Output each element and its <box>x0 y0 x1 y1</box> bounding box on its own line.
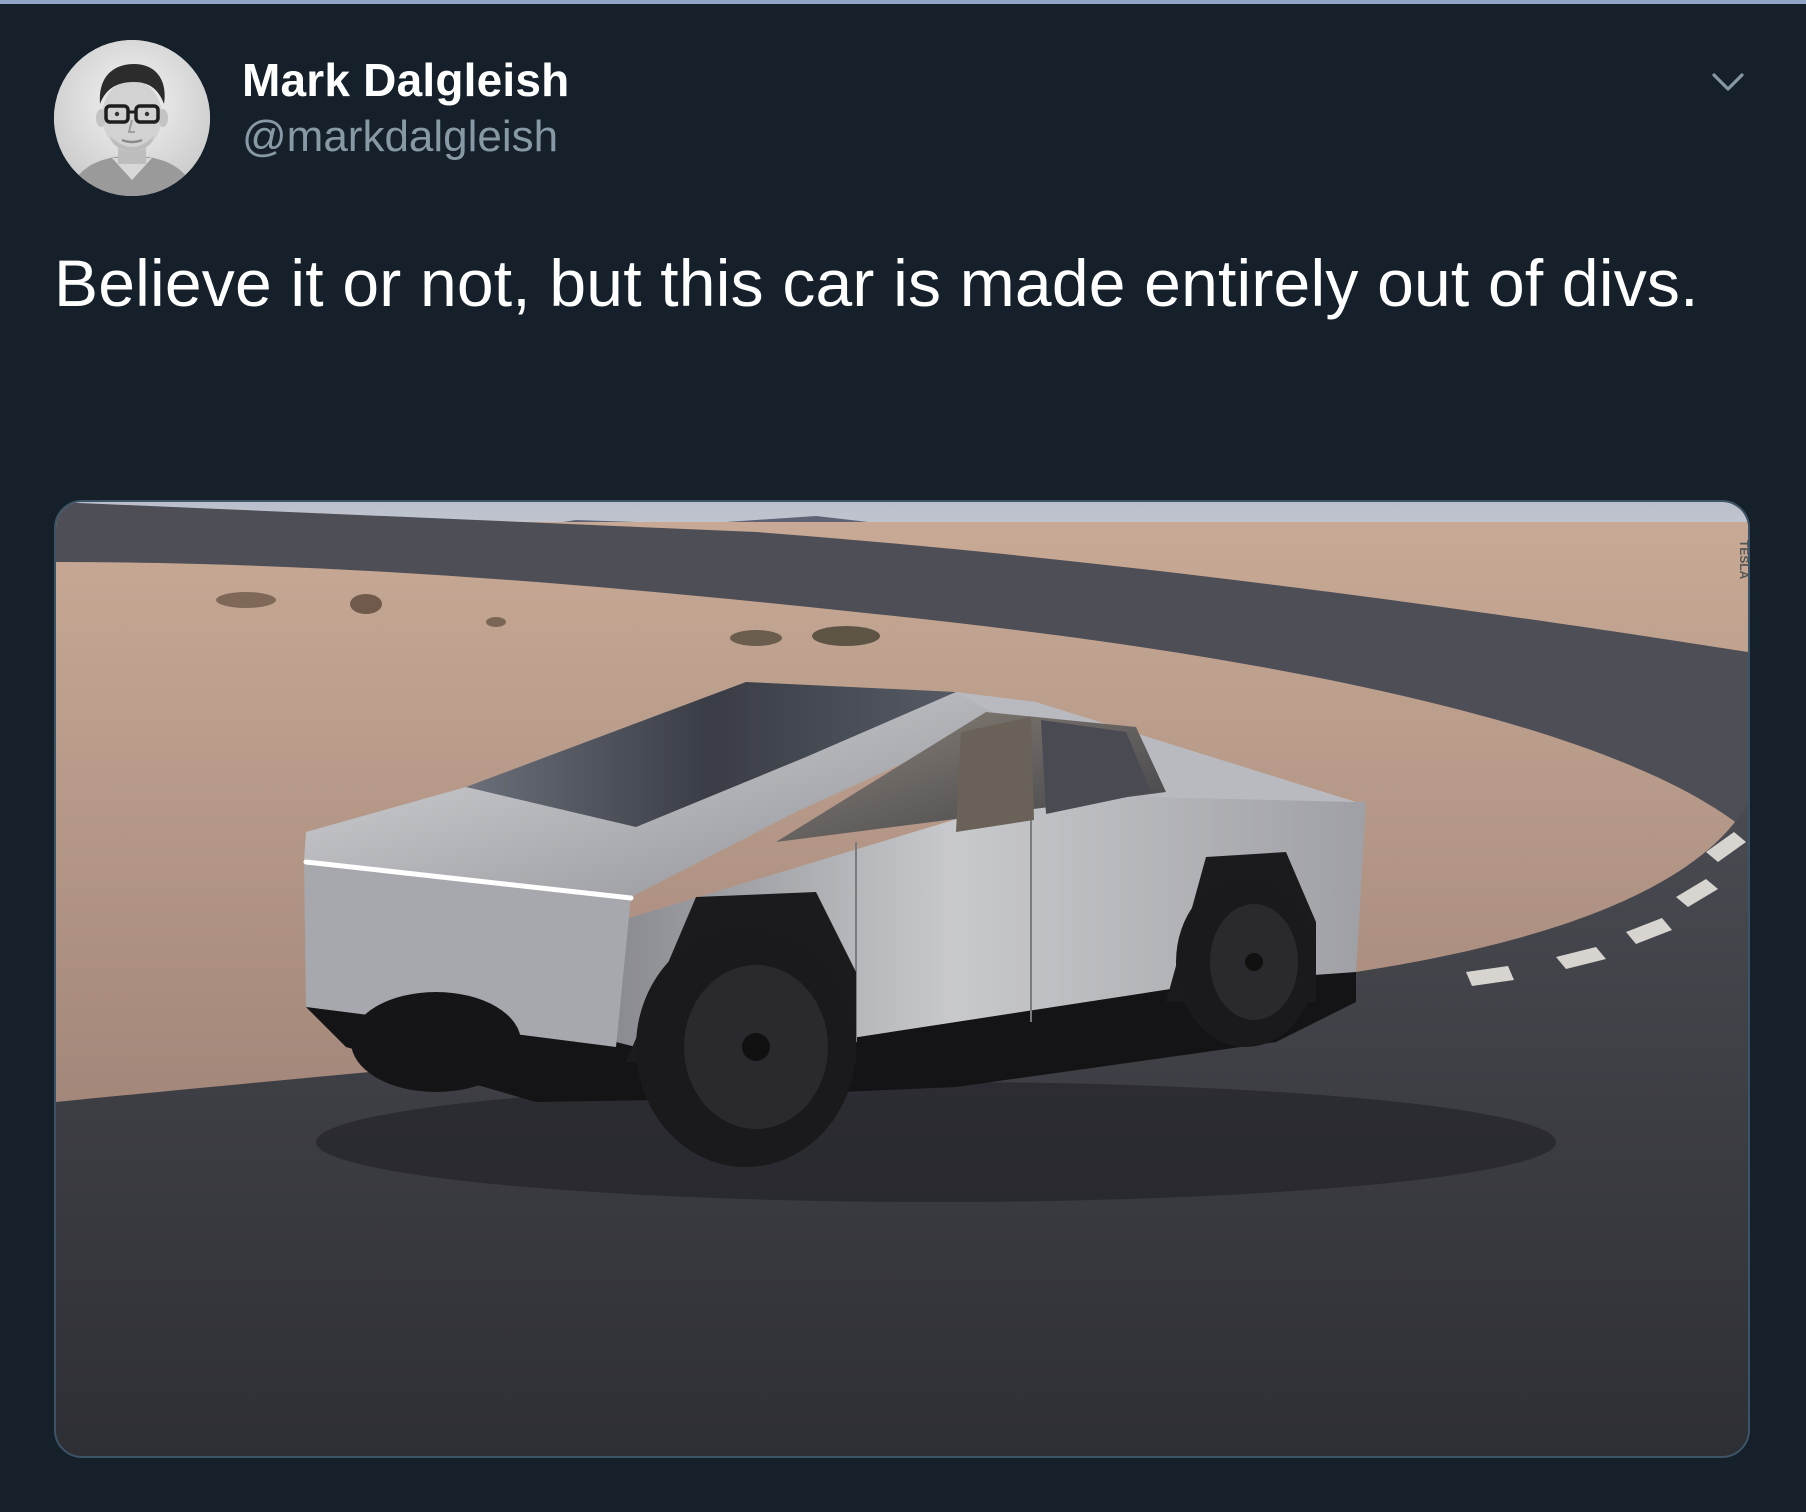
tweet-text: Believe it or not, but this car is made … <box>54 246 1699 320</box>
tweet-author[interactable]: Mark Dalgleish @markdalgleish <box>242 52 569 166</box>
display-name[interactable]: Mark Dalgleish <box>242 52 569 108</box>
tweet-media-photo[interactable]: TESLA <box>54 500 1750 1458</box>
user-handle[interactable]: @markdalgleish <box>242 108 569 166</box>
tweet-menu-button[interactable] <box>1706 60 1750 104</box>
truck-photo: TESLA <box>56 502 1748 1456</box>
photo-watermark: TESLA <box>1737 540 1748 580</box>
chevron-down-icon <box>1712 73 1744 91</box>
avatar[interactable] <box>54 40 210 196</box>
user-avatar-photo-icon <box>54 40 210 196</box>
tweet-card[interactable]: Mark Dalgleish @markdalgleish Believe it… <box>0 4 1806 1512</box>
